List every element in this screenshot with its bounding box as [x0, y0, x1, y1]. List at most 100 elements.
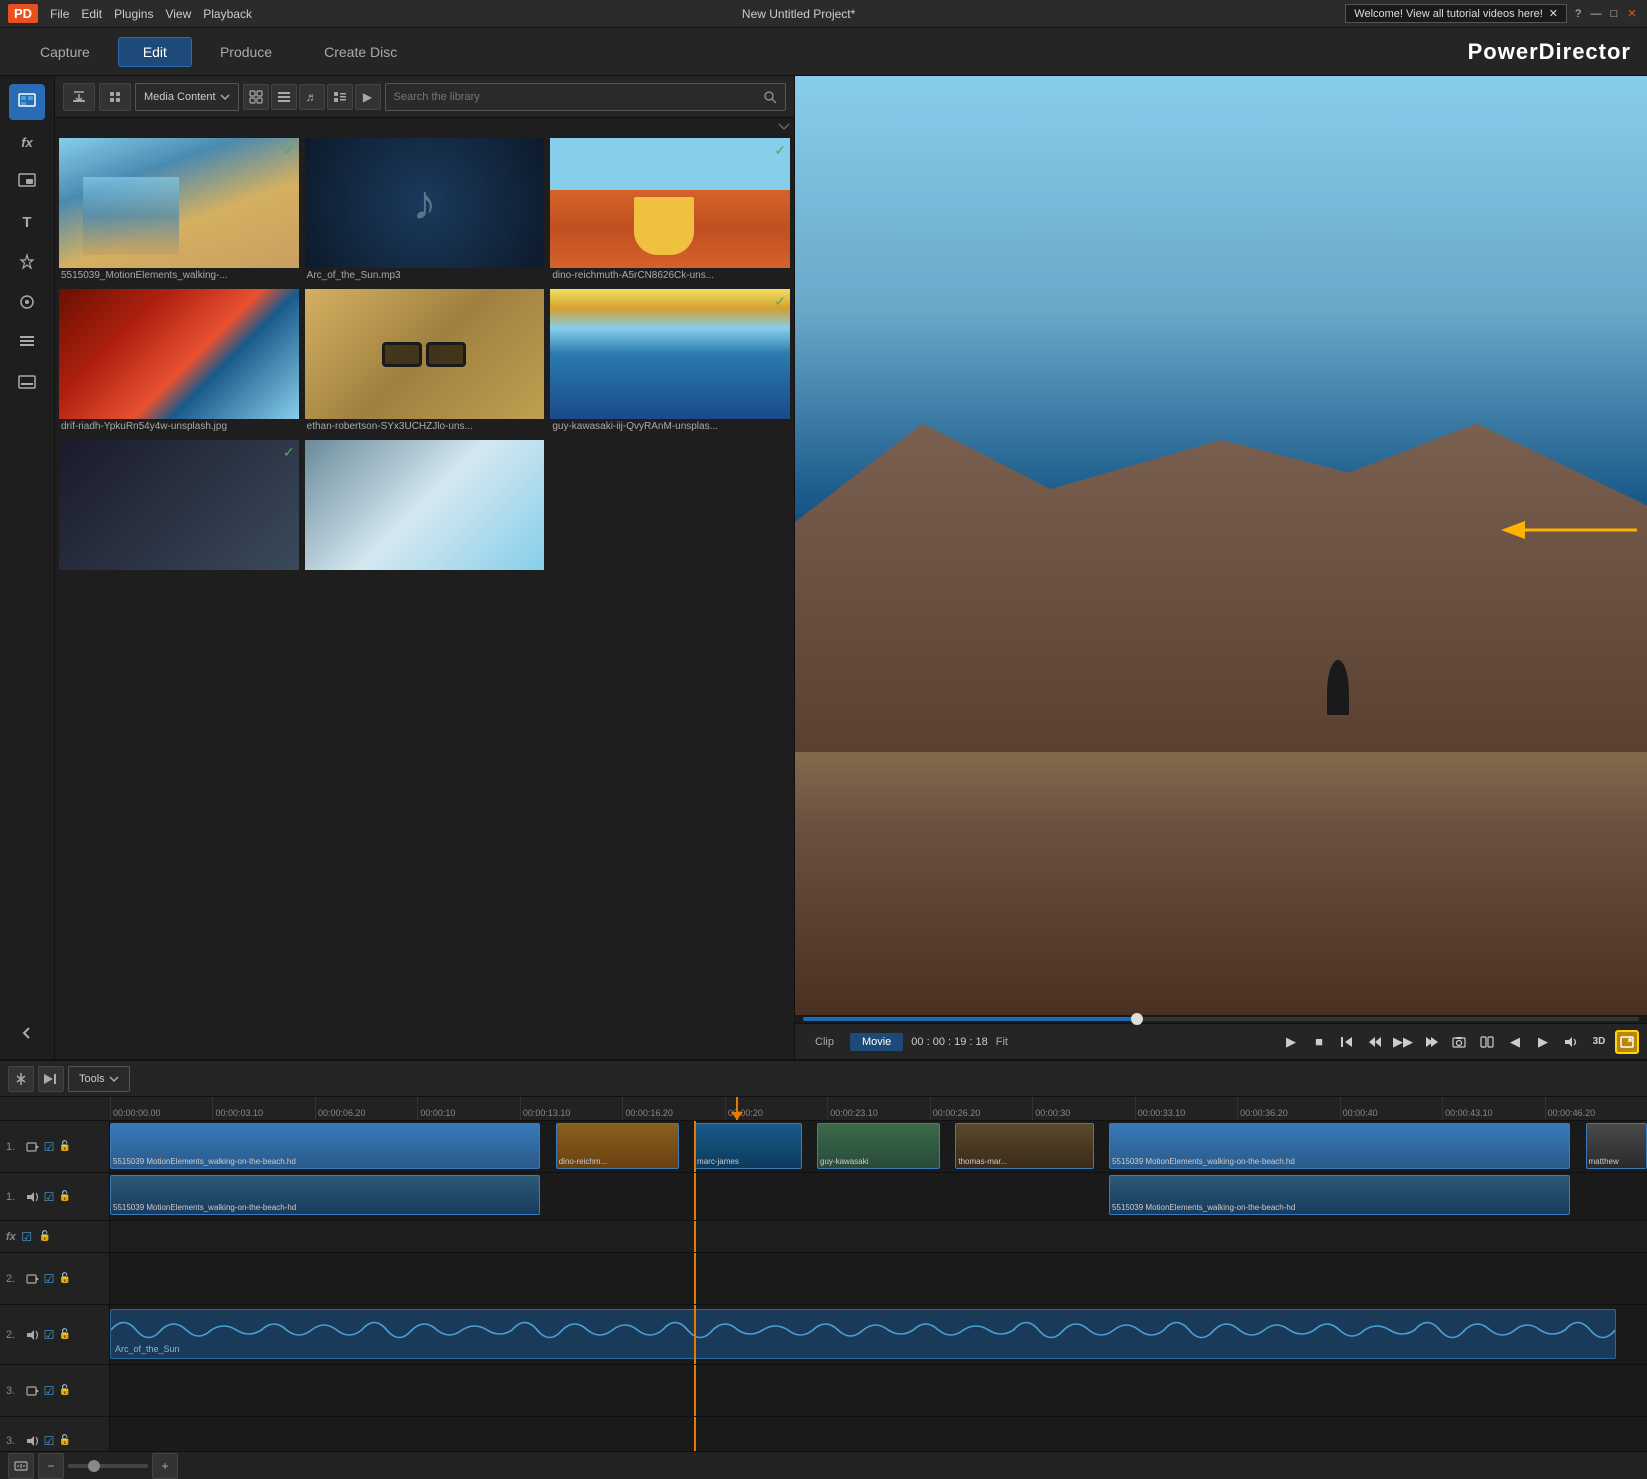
sidebar-audio-icon[interactable]: [9, 284, 45, 320]
video-clip[interactable]: matthew: [1586, 1123, 1647, 1169]
stop-button[interactable]: ■: [1307, 1030, 1331, 1054]
prev-frame-button[interactable]: [1335, 1030, 1359, 1054]
snapshot-button[interactable]: [1447, 1030, 1471, 1054]
video-clip[interactable]: dino-reichm...: [556, 1123, 679, 1169]
help-button[interactable]: ?: [1571, 7, 1585, 21]
prev-clip-button[interactable]: ◀: [1503, 1030, 1527, 1054]
step-forward-button[interactable]: [1419, 1030, 1443, 1054]
sort-button[interactable]: [327, 84, 353, 110]
split-view-button[interactable]: [1475, 1030, 1499, 1054]
video-clip[interactable]: 5515039 MotionElements_walking-on-the-be…: [1109, 1123, 1570, 1169]
list-item[interactable]: [305, 440, 545, 574]
sidebar-media-icon[interactable]: [9, 84, 45, 120]
track-content-3[interactable]: [110, 1365, 1647, 1416]
ruler-mark: 00:00:46.20: [1545, 1097, 1647, 1120]
list-item[interactable]: ethan-robertson-SYx3UCHZJlo-uns...: [305, 289, 545, 434]
menu-view[interactable]: View: [165, 7, 191, 21]
track-audio-content-3[interactable]: [110, 1417, 1647, 1451]
media-content-select[interactable]: Media Content: [135, 83, 239, 111]
list-item[interactable]: ✓ 5515039_MotionElements_walking-...: [59, 138, 299, 283]
search-input[interactable]: [394, 91, 759, 103]
next-clip-button[interactable]: ▶: [1531, 1030, 1555, 1054]
tab-edit[interactable]: Edit: [118, 37, 192, 67]
sidebar-collapse-btn[interactable]: [9, 1015, 45, 1051]
playhead-thumb[interactable]: [1131, 1013, 1143, 1025]
tutorial-banner[interactable]: Welcome! View all tutorial videos here! …: [1345, 4, 1567, 23]
track-lock-icon[interactable]: 🔓: [58, 1328, 72, 1342]
menu-edit[interactable]: Edit: [81, 7, 102, 21]
track-content-1[interactable]: 5515039 MotionElements_walking-on-the-be…: [110, 1121, 1647, 1172]
menu-file[interactable]: File: [50, 7, 69, 21]
sidebar-chapter-icon[interactable]: [9, 324, 45, 360]
clip-tab[interactable]: Clip: [803, 1033, 846, 1051]
tab-create-disc[interactable]: Create Disc: [300, 38, 421, 66]
import-button[interactable]: [63, 83, 95, 111]
tab-capture[interactable]: Capture: [16, 38, 114, 66]
fx-enable-checkbox[interactable]: ☑: [20, 1230, 34, 1244]
zoom-out-button[interactable]: −: [38, 1453, 64, 1479]
list-item[interactable]: ♪ Arc_of_the_Sun.mp3: [305, 138, 545, 283]
sidebar-subtitle-icon[interactable]: [9, 364, 45, 400]
close-icon[interactable]: ✕: [1549, 7, 1558, 20]
3d-button[interactable]: 3D: [1587, 1030, 1611, 1054]
audio-track-content-2[interactable]: Arc_of_the_Sun: [110, 1305, 1647, 1364]
video-clip[interactable]: marc-james: [694, 1123, 802, 1169]
list-item[interactable]: ✓ dino-reichmuth-A5rCN8626Ck-uns...: [550, 138, 790, 283]
download-button[interactable]: ▶: [355, 84, 381, 110]
track-enable-checkbox[interactable]: ☑: [42, 1328, 56, 1342]
sidebar-fx-icon[interactable]: fx: [9, 124, 45, 160]
tab-produce[interactable]: Produce: [196, 38, 296, 66]
menu-playback[interactable]: Playback: [203, 7, 252, 21]
audio-view-button[interactable]: ♬: [299, 84, 325, 110]
timeline-skip-button[interactable]: [38, 1066, 64, 1092]
next-frame-button[interactable]: ▶▶: [1391, 1030, 1415, 1054]
track-lock-icon[interactable]: 🔓: [58, 1140, 72, 1154]
fx-lock-icon[interactable]: 🔓: [38, 1230, 52, 1244]
track-content-2[interactable]: [110, 1253, 1647, 1304]
zoom-slider[interactable]: [68, 1464, 148, 1468]
list-item[interactable]: drif-riadh-YpkuRn54y4w-unsplash.jpg: [59, 289, 299, 434]
step-back-button[interactable]: [1363, 1030, 1387, 1054]
list-item[interactable]: ✓ guy-kawasaki-iij-QvyRAnM-unsplas...: [550, 289, 790, 434]
close-button[interactable]: ✕: [1625, 7, 1639, 21]
track-enable-checkbox[interactable]: ☑: [42, 1384, 56, 1398]
video-clip[interactable]: thomas-mar...: [955, 1123, 1093, 1169]
track-lock-icon[interactable]: 🔓: [58, 1384, 72, 1398]
track-lock-icon[interactable]: 🔓: [58, 1190, 72, 1204]
minimize-button[interactable]: —: [1589, 7, 1603, 21]
plugin-button[interactable]: [99, 83, 131, 111]
tools-dropdown[interactable]: Tools: [68, 1066, 130, 1092]
track-lock-icon[interactable]: 🔓: [58, 1434, 72, 1448]
zoom-thumb[interactable]: [88, 1460, 100, 1472]
volume-button[interactable]: [1559, 1030, 1583, 1054]
list-view-button[interactable]: [271, 84, 297, 110]
expand-icon[interactable]: [778, 121, 790, 131]
video-clip[interactable]: guy-kawasaki: [817, 1123, 940, 1169]
audio-clip[interactable]: 5515039 MotionElements_walking-on-the-be…: [110, 1175, 540, 1215]
track-enable-checkbox[interactable]: ☑: [42, 1272, 56, 1286]
track-enable-checkbox[interactable]: ☑: [42, 1140, 56, 1154]
audio-wave-clip[interactable]: Arc_of_the_Sun: [110, 1309, 1616, 1359]
sidebar-pip-icon[interactable]: [9, 164, 45, 200]
zoom-in-button[interactable]: +: [152, 1453, 178, 1479]
playhead-track[interactable]: [803, 1017, 1639, 1021]
track-lock-icon[interactable]: 🔓: [58, 1272, 72, 1286]
menu-plugins[interactable]: Plugins: [114, 7, 153, 21]
play-button[interactable]: ▶: [1279, 1030, 1303, 1054]
zoom-to-fit-button[interactable]: [8, 1453, 34, 1479]
maximize-button[interactable]: □: [1607, 7, 1621, 21]
track-enable-checkbox[interactable]: ☑: [42, 1434, 56, 1448]
list-item[interactable]: ✓: [59, 440, 299, 574]
track-enable-checkbox[interactable]: ☑: [42, 1190, 56, 1204]
sidebar-text-icon[interactable]: T: [9, 204, 45, 240]
track-audio-content-1[interactable]: 5515039 MotionElements_walking-on-the-be…: [110, 1173, 1647, 1220]
undock-preview-button[interactable]: [1615, 1030, 1639, 1054]
playhead-bar[interactable]: [795, 1015, 1647, 1023]
grid-view-button[interactable]: [243, 84, 269, 110]
sidebar-particle-icon[interactable]: [9, 244, 45, 280]
video-clip[interactable]: 5515039 MotionElements_walking-on-the-be…: [110, 1123, 540, 1169]
audio-clip[interactable]: 5515039 MotionElements_walking-on-the-be…: [1109, 1175, 1570, 1215]
timeline-split-button[interactable]: [8, 1066, 34, 1092]
movie-tab[interactable]: Movie: [850, 1033, 903, 1051]
checkmark-icon: ✓: [774, 293, 786, 310]
